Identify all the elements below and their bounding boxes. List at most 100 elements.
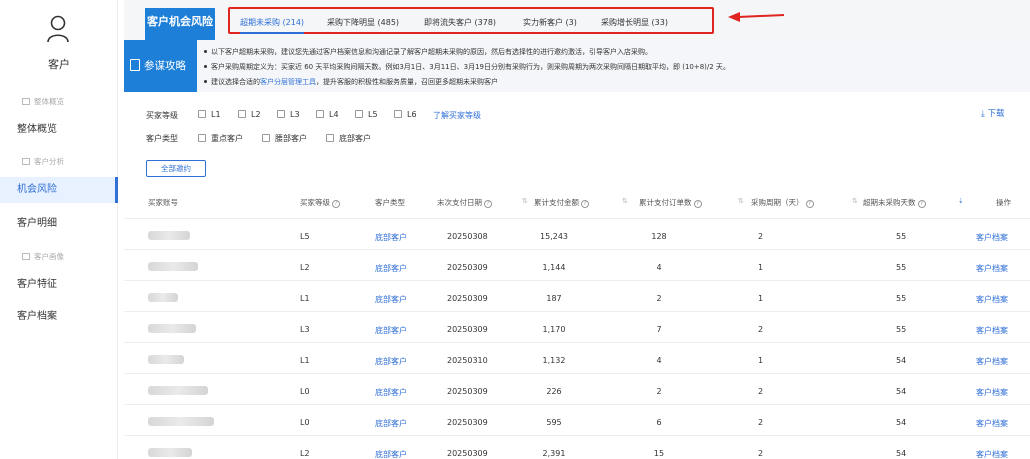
cell-action[interactable]: 客户档案 [976, 294, 1008, 305]
sort-desc-icon[interactable]: ⇣ [958, 197, 964, 205]
sort-icon[interactable]: ⇅ [852, 197, 858, 205]
cell-type[interactable]: 底部客户 [375, 449, 407, 459]
sort-icon[interactable]: ⇅ [622, 197, 628, 205]
cell-date: 20250309 [447, 449, 488, 458]
blurred-account [148, 386, 208, 395]
cell-overdue: 54 [896, 356, 907, 365]
cell-orders: 2 [656, 294, 662, 303]
tier-tool-link[interactable]: 客户分层管理工具 [260, 78, 316, 86]
cell-action[interactable]: 客户档案 [976, 449, 1008, 459]
cell-action[interactable]: 客户档案 [976, 387, 1008, 398]
help-icon[interactable]: ? [805, 200, 814, 208]
level-checkbox-l4[interactable]: L4 [316, 110, 339, 119]
sidebar-group-overview: 整体概览 [22, 96, 64, 107]
cell-type[interactable]: 底部客户 [375, 294, 407, 305]
cell-action[interactable]: 客户档案 [976, 356, 1008, 367]
cell-type[interactable]: 底部客户 [375, 418, 407, 429]
help-icon[interactable]: ? [581, 200, 589, 208]
cell-orders: 2 [656, 387, 662, 396]
col-cycle: 采购周期（天）? [751, 197, 814, 208]
cell-type[interactable]: 底部客户 [375, 387, 407, 398]
invite-all-button[interactable]: 全部邀约 [146, 160, 206, 177]
col-total-orders: 累计支付订单数? [639, 197, 702, 208]
chart-icon [22, 158, 30, 165]
cell-type[interactable]: 底部客户 [375, 325, 407, 336]
cell-cycle: 1 [758, 294, 764, 303]
blurred-account [148, 262, 198, 271]
tab-overdue[interactable]: 超期未采购 (214) [240, 17, 305, 34]
cell-action[interactable]: 客户档案 [976, 418, 1008, 429]
chart-icon [22, 253, 30, 260]
cell-overdue: 55 [896, 325, 907, 334]
cell-cycle: 1 [758, 263, 764, 272]
blurred-account [148, 448, 192, 457]
strategy-button[interactable]: 参谋攻略 [124, 40, 197, 92]
sidebar-item-feature[interactable]: 客户特征 [0, 272, 118, 298]
cell-amount: 1,144 [542, 263, 566, 272]
blurred-account [148, 231, 190, 240]
sidebar-group-analysis: 客户分析 [22, 156, 64, 167]
table-row: L5 底部客户 20250308 15,243 128 2 55 客户档案 [124, 219, 1030, 250]
download-button[interactable]: ⤓ 下载 [981, 107, 1004, 119]
col-type: 客户类型 [375, 198, 405, 207]
help-icon[interactable]: ? [332, 200, 340, 208]
cell-date: 20250308 [447, 232, 488, 241]
cell-date: 20250309 [447, 294, 488, 303]
sidebar-item-overview[interactable]: 整体概览 [0, 117, 118, 143]
cell-level: L0 [300, 418, 310, 427]
category-tabs: 超期未采购 (214) 采购下降明显 (485) 即将流失客户 (378) 实力… [228, 7, 714, 34]
cell-amount: 1,132 [542, 356, 566, 365]
table-header-row: 买家账号 买家等级? 客户类型 末次支付日期? ⇅ 累计支付金额? ⇅ 累计支付… [124, 185, 1030, 219]
help-icon[interactable]: ? [917, 200, 926, 208]
col-action: 操作 [996, 198, 1011, 207]
cell-action[interactable]: 客户档案 [976, 263, 1008, 274]
col-last-pay: 末次支付日期? [437, 197, 492, 208]
level-info-link[interactable]: 了解买家等级 [433, 110, 481, 121]
sort-icon[interactable]: ⇅ [522, 197, 528, 205]
col-level: 买家等级? [300, 197, 340, 208]
level-checkbox-l5[interactable]: L5 [355, 110, 378, 119]
sidebar-item-risk[interactable]: 机会风险 [0, 177, 118, 203]
cell-orders: 15 [653, 449, 665, 458]
help-icon[interactable]: ? [693, 200, 702, 208]
cell-type[interactable]: 底部客户 [375, 232, 407, 243]
type-checkbox-key[interactable]: 重点客户 [198, 133, 243, 144]
top-bar: 客户机会风险 超期未采购 (214) 采购下降明显 (485) 即将流失客户 (… [124, 0, 1030, 40]
sidebar-item-detail[interactable]: 客户明细 [0, 211, 118, 237]
cell-action[interactable]: 客户档案 [976, 325, 1008, 336]
col-account: 买家账号 [148, 198, 178, 207]
cell-cycle: 2 [758, 449, 764, 458]
cell-level: L2 [300, 263, 310, 272]
tab-growth[interactable]: 采购增长明显 (33) [601, 17, 668, 28]
cell-amount: 595 [546, 418, 562, 427]
level-filter-label: 买家等级 [146, 111, 178, 120]
cell-overdue: 55 [896, 294, 907, 303]
level-checkbox-l2[interactable]: L2 [238, 110, 261, 119]
level-checkbox-l6[interactable]: L6 [394, 110, 417, 119]
page-title: 客户机会风险 [145, 8, 215, 40]
tab-churn[interactable]: 即将流失客户 (378) [424, 17, 496, 28]
cell-level: L5 [300, 232, 310, 241]
cell-type[interactable]: 底部客户 [375, 263, 407, 274]
cell-level: L3 [300, 325, 310, 334]
cell-date: 20250309 [447, 418, 488, 427]
cell-action[interactable]: 客户档案 [976, 232, 1008, 243]
sort-icon[interactable]: ⇅ [738, 197, 744, 205]
cell-orders: 6 [656, 418, 662, 427]
type-checkbox-waist[interactable]: 腰部客户 [262, 133, 307, 144]
cell-type[interactable]: 底部客户 [375, 356, 407, 367]
col-overdue: 超期未采购天数? [863, 197, 926, 208]
cell-orders: 7 [656, 325, 662, 334]
blurred-account [148, 355, 184, 364]
cell-date: 20250309 [447, 387, 488, 396]
tab-decline[interactable]: 采购下降明显 (485) [327, 17, 399, 28]
cell-orders: 128 [651, 232, 667, 241]
tab-new-customer[interactable]: 实力新客户 (3) [523, 17, 577, 28]
level-checkbox-l3[interactable]: L3 [277, 110, 300, 119]
cell-amount: 2,391 [542, 449, 566, 458]
level-checkbox-l1[interactable]: L1 [198, 110, 221, 119]
type-checkbox-bottom[interactable]: 底部客户 [326, 133, 371, 144]
sidebar-group-portrait: 客户画像 [22, 251, 64, 262]
sidebar-item-archive[interactable]: 客户档案 [0, 304, 118, 330]
help-icon[interactable]: ? [484, 200, 492, 208]
